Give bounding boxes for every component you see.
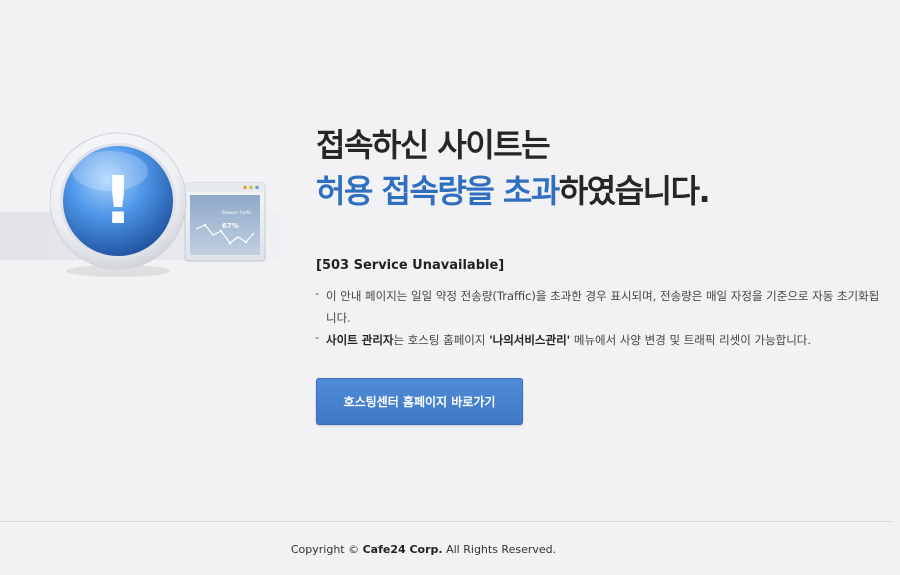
notice-text: 이 안내 페이지는 일일 약정 전송량(Traffic)을 초과한 경우 표시되…	[326, 289, 880, 325]
notice-item-traffic: - 이 안내 페이지는 일일 약정 전송량(Traffic)을 초과한 경우 표…	[315, 285, 885, 329]
title-line-2-rest: 하였습니다.	[558, 172, 711, 210]
footer-divider	[0, 521, 893, 522]
notice-dash: -	[315, 287, 319, 300]
copyright-suffix: All Rights Reserved.	[442, 543, 557, 556]
page-title: 접속하신 사이트는 허용 접속량을 초과하였습니다.	[316, 122, 711, 214]
chart-title-text: Browser Traffic	[222, 210, 252, 215]
alert-circle-icon: !	[50, 132, 187, 277]
notice-item-admin: - 사이트 관리자는 호스팅 홈페이지 '나의서비스관리' 메뉴에서 사양 변경…	[315, 329, 885, 351]
error-page: Browser Traffic 67% ! 접속하신 사이트는 허용 접속량을 …	[0, 0, 900, 575]
notice-text: 는 호스팅 홈페이지	[393, 333, 490, 347]
notice-strong-admin: 사이트 관리자	[326, 333, 394, 347]
copyright-prefix: Copyright ©	[290, 543, 363, 556]
hosting-center-button[interactable]: 호스팅센터 홈페이지 바로가기	[316, 378, 523, 425]
copyright: Copyright © Cafe24 Corp. All Rights Rese…	[0, 543, 847, 556]
notice-strong-menu: '나의서비스관리'	[489, 333, 571, 347]
title-highlight: 허용 접속량을 초과	[316, 172, 560, 210]
notice-dash: -	[315, 331, 319, 344]
error-code: [503 Service Unavailable]	[316, 258, 505, 273]
copyright-company: Cafe24 Corp.	[362, 543, 443, 556]
alert-glyph: !	[103, 162, 133, 239]
browser-chart-icon: Browser Traffic 67%	[184, 182, 266, 262]
notice-text: 메뉴에서 사양 변경 및 트래픽 리셋이 가능합니다.	[570, 333, 812, 347]
title-line-1: 접속하신 사이트는	[316, 126, 551, 164]
chart-value-text: 67%	[222, 222, 239, 230]
traffic-alert-illustration: Browser Traffic 67% !	[50, 132, 266, 277]
notice-list: - 이 안내 페이지는 일일 약정 전송량(Traffic)을 초과한 경우 표…	[315, 285, 885, 351]
